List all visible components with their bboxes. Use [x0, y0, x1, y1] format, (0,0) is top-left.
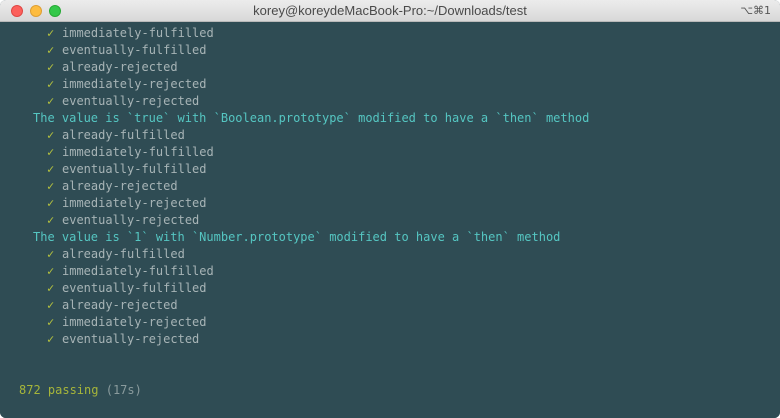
test-line: ✓ eventually-fulfilled: [47, 280, 207, 297]
terminal-output[interactable]: ✓ immediately-fulfilled ✓ eventually-fulfi…: [0, 22, 780, 418]
test-name: eventually-fulfilled: [62, 162, 207, 176]
checkmark-icon: ✓: [47, 128, 55, 142]
window-title: korey@koreydeMacBook-Pro:~/Downloads/tes…: [253, 3, 527, 18]
checkmark-icon: ✓: [47, 298, 55, 312]
test-line: ✓ already-fulfilled: [47, 127, 185, 144]
checkmark-icon: ✓: [47, 281, 55, 295]
test-name: eventually-fulfilled: [62, 43, 207, 57]
title-bar[interactable]: korey@koreydeMacBook-Pro:~/Downloads/tes…: [0, 0, 780, 22]
checkmark-icon: ✓: [47, 247, 55, 261]
checkmark-icon: ✓: [47, 26, 55, 40]
test-line: ✓ eventually-fulfilled: [47, 161, 207, 178]
test-line: ✓ eventually-rejected: [47, 212, 199, 229]
test-name: immediately-rejected: [62, 196, 207, 210]
test-line: ✓ immediately-rejected: [47, 76, 207, 93]
test-name: eventually-rejected: [62, 213, 200, 227]
test-line: ✓ immediately-rejected: [47, 314, 207, 331]
test-line: ✓ already-fulfilled: [47, 246, 185, 263]
suite-title: The value is `1` with `Number.prototype`…: [33, 230, 561, 244]
test-name: already-rejected: [62, 60, 178, 74]
suite-title: The value is `true` with `Boolean.protot…: [33, 111, 590, 125]
test-line: ✓ eventually-rejected: [47, 93, 199, 110]
terminal-window: korey@koreydeMacBook-Pro:~/Downloads/tes…: [0, 0, 780, 418]
test-name: immediately-rejected: [62, 77, 207, 91]
test-line: ✓ eventually-rejected: [47, 331, 199, 348]
checkmark-icon: ✓: [47, 77, 55, 91]
checkmark-icon: ✓: [47, 315, 55, 329]
checkmark-icon: ✓: [47, 162, 55, 176]
test-name: immediately-fulfilled: [62, 264, 214, 278]
test-line: ✓ immediately-fulfilled: [47, 144, 214, 161]
test-line: ✓ already-rejected: [47, 297, 178, 314]
elapsed-time: (17s): [105, 383, 142, 397]
test-line: ✓ eventually-fulfilled: [47, 42, 207, 59]
test-line: ✓ immediately-fulfilled: [47, 25, 214, 42]
checkmark-icon: ✓: [47, 196, 55, 210]
test-name: already-rejected: [62, 298, 178, 312]
checkmark-icon: ✓: [47, 145, 55, 159]
test-name: eventually-rejected: [62, 332, 200, 346]
test-name: immediately-rejected: [62, 315, 207, 329]
test-name: eventually-fulfilled: [62, 281, 207, 295]
checkmark-icon: ✓: [47, 60, 55, 74]
checkmark-icon: ✓: [47, 94, 55, 108]
test-name: already-fulfilled: [62, 247, 185, 261]
checkmark-icon: ✓: [47, 264, 55, 278]
checkmark-icon: ✓: [47, 43, 55, 57]
checkmark-icon: ✓: [47, 213, 55, 227]
test-name: immediately-fulfilled: [62, 26, 214, 40]
test-line: ✓ immediately-fulfilled: [47, 263, 214, 280]
test-line: ✓ already-rejected: [47, 59, 178, 76]
passing-count: 872 passing: [19, 383, 99, 397]
test-name: eventually-rejected: [62, 94, 200, 108]
checkmark-icon: ✓: [47, 332, 55, 346]
test-name: already-fulfilled: [62, 128, 185, 142]
window-shortcut: ⌥⌘1: [740, 4, 771, 17]
test-name: immediately-fulfilled: [62, 145, 214, 159]
checkmark-icon: ✓: [47, 179, 55, 193]
summary-line: 872 passing (17s): [19, 382, 142, 399]
test-name: already-rejected: [62, 179, 178, 193]
test-line: ✓ already-rejected: [47, 178, 178, 195]
test-line: ✓ immediately-rejected: [47, 195, 207, 212]
